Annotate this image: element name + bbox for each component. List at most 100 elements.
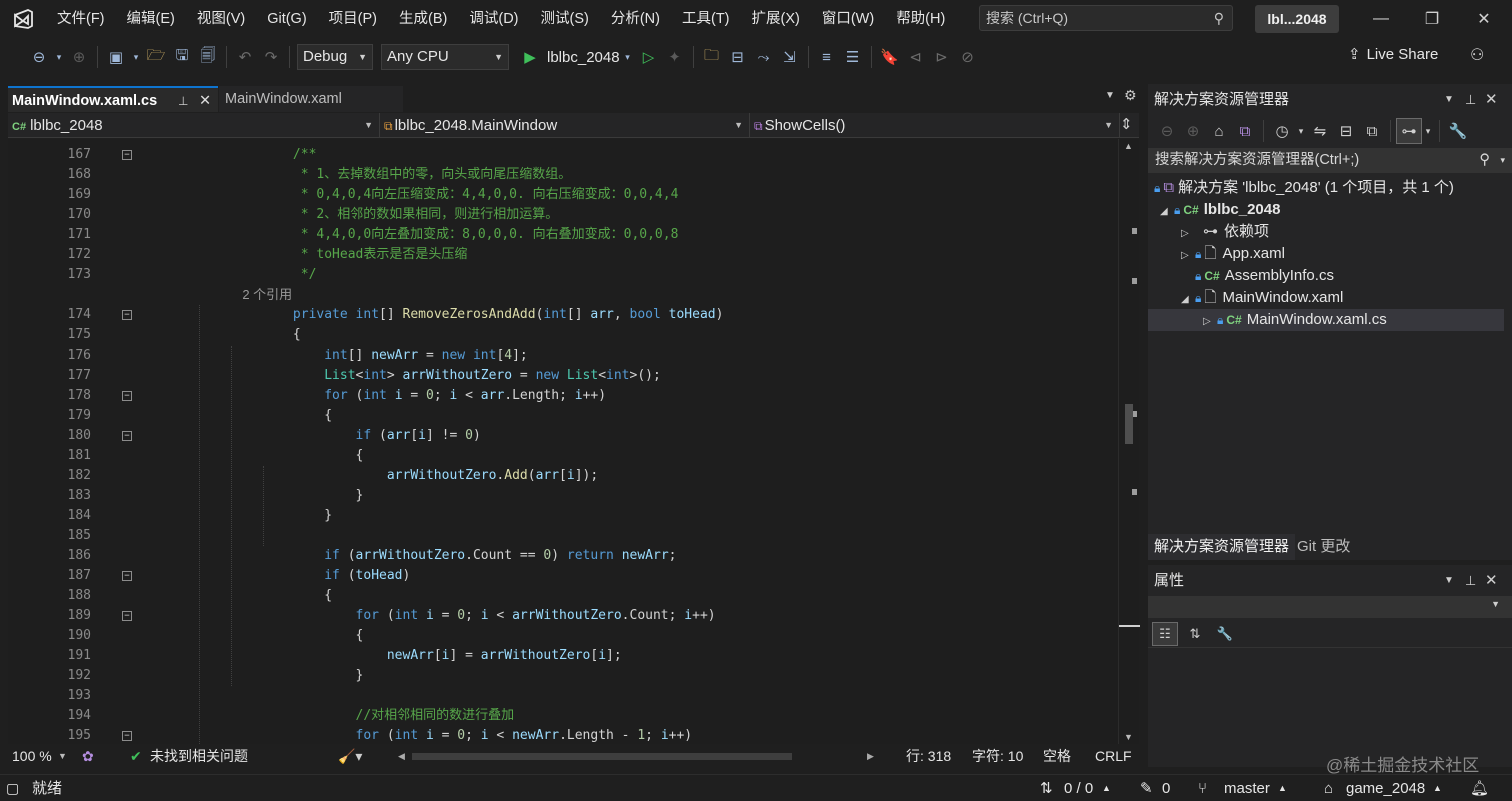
tree-item-solution[interactable]: 🔒︎ ⧉ 解决方案 'lblbc_2048' (1 个项目，共 1 个) [1154,177,1454,199]
collapse-icon[interactable]: − [122,731,132,742]
save-icon[interactable]: 🖫 [169,44,195,70]
pin-icon[interactable]: ⊥ [1465,84,1476,116]
forward-icon[interactable]: ⊕ [66,44,92,70]
pending-changes-count[interactable]: 0 [1162,775,1170,801]
switch-views-icon[interactable]: ⧉ [1232,118,1258,144]
menu-item[interactable]: 生成(B) [388,0,458,38]
tree-item-mainwindow-xaml[interactable]: ◢ 🔒︎ 🗋 MainWindow.xaml [1181,287,1343,309]
run-without-debug-icon[interactable]: ▷ [636,44,662,70]
menu-item[interactable]: 测试(S) [530,0,600,38]
next-bookmark-icon[interactable]: ⊳ [929,44,955,70]
code-line[interactable]: 186 if (arrWithoutZero.Count == 0) retur… [8,546,1118,566]
code-line[interactable]: 190 { [8,626,1118,646]
tree-item-dependencies[interactable]: ▷ ⊶ 依赖项 [1181,221,1269,243]
close-panel-icon[interactable]: ✕ [1485,84,1498,116]
menu-item[interactable]: 视图(V) [186,0,256,38]
code-line[interactable]: 194 //对相邻相同的数进行叠加 [8,706,1118,726]
code-line[interactable]: 188 { [8,586,1118,606]
code-line[interactable]: 192 } [8,666,1118,686]
configuration-select[interactable]: Debug ▼ [297,44,373,70]
zoom-level[interactable]: 100 % [12,744,52,768]
categorized-icon[interactable]: ☷ [1152,621,1178,646]
code-line[interactable]: 176 int[] newArr = new int[4]; [8,346,1118,366]
code-line[interactable]: 191 newArr[i] = arrWithoutZero[i]; [8,646,1118,666]
code-line[interactable]: 169 * 0,4,0,4向左压缩变成：4,4,0,0. 向右压缩变成：0,0,… [8,185,1118,205]
collapse-icon[interactable]: − [122,150,132,160]
code-line[interactable]: 189 − for (int i = 0; i < arrWithoutZero.… [8,606,1118,626]
line-indicator[interactable]: 行: 318 [906,744,951,768]
tab-mainwindow-xaml-cs[interactable]: MainWindow.xaml.cs ⊥ ✕ [8,86,218,112]
chevron-down-icon[interactable]: ▾ [52,44,66,70]
output-window-icon[interactable]: ▢ [6,775,19,801]
code-line[interactable]: 2 个引用 [8,285,1118,305]
project-select[interactable]: C# lblbc_2048 ▼ [8,113,380,138]
code-line[interactable]: 181 { [8,446,1118,466]
run-target-label[interactable]: lblbc_2048 [547,49,620,66]
chevron-down-icon[interactable]: ▾ [1295,118,1307,144]
redo-icon[interactable]: ↷ [258,44,284,70]
menu-item[interactable]: 调试(D) [458,0,529,38]
object-select[interactable]: ▼ [1148,596,1512,618]
scroll-down-icon[interactable]: ▼ [1124,732,1133,742]
code-line[interactable]: 171 * 4,4,0,0向左叠加变成：8,0,0,0. 向右叠加变成：0,0,… [8,225,1118,245]
visual-studio-logo-icon[interactable] [0,0,46,38]
code-line[interactable]: 185 [8,526,1118,546]
tab-git-changes[interactable]: Git 更改 [1291,534,1356,560]
outdent-icon[interactable]: ☰ [840,44,866,70]
editor-horizontal-scrollbar[interactable] [412,753,792,760]
member-select[interactable]: ⧉ ShowCells() ▼ [750,113,1120,138]
code-line[interactable]: 193 [8,686,1118,706]
collapse-icon[interactable]: − [122,430,132,441]
layout-icon[interactable]: ⊟ [725,44,751,70]
class-select[interactable]: ⧉ lblbc_2048.MainWindow ▼ [380,113,750,138]
chevron-down-icon[interactable]: ▾ [1422,118,1434,144]
menu-item[interactable]: 窗口(W) [811,0,885,38]
menu-item[interactable]: 工具(T) [671,0,741,38]
indent-icon[interactable]: ≡ [814,44,840,70]
code-line[interactable]: 187 − if (toHead) [8,566,1118,586]
menu-item[interactable]: 分析(N) [600,0,671,38]
code-line[interactable]: 172 * toHead表示是否是头压缩 [8,245,1118,265]
tree-item-assemblyinfo[interactable]: 🔒︎ C# AssemblyInfo.cs [1195,265,1334,287]
code-editor[interactable]: 167− /** 168 * 1、去掉数组中的零，向头或向尾压缩数组。 169 * … [8,139,1118,744]
code-line[interactable]: 178 − for (int i = 0; i < arr.Length; i++… [8,386,1118,406]
code-cleanup-icon[interactable]: 🧹▾ [338,744,362,768]
chevron-down-icon[interactable]: ▾ [620,44,636,70]
issues-status[interactable]: 未找到相关问题 [150,744,248,768]
chevron-down-icon[interactable]: ▾ [1500,148,1505,173]
search-input[interactable]: 搜索 (Ctrl+Q) ⚲ [979,5,1233,31]
panel-options-icon[interactable]: ▼ [1444,565,1454,597]
code-line[interactable]: 167 − /** [8,145,1118,165]
code-line[interactable]: 175 { [8,325,1118,345]
prev-bookmark-icon[interactable]: ⊲ [903,44,929,70]
code-line[interactable]: 182 arrWithoutZero.Add(arr[i]); [8,466,1118,486]
chevron-down-icon[interactable]: ▾ [129,44,143,70]
collapse-all-icon[interactable]: ⊟ [1333,118,1359,144]
code-line[interactable]: 170 * 2、相邻的数如果相同，则进行相加运算。 [8,205,1118,225]
column-indicator[interactable]: 字符: 10 [972,744,1023,768]
menu-item[interactable]: 编辑(E) [116,0,186,38]
scroll-thumb[interactable] [1125,404,1133,444]
bookmark-icon[interactable]: 🔖 [877,44,903,70]
editor-vertical-scrollbar[interactable]: ▲ ▼ [1118,139,1140,744]
scroll-up-icon[interactable]: ▲ [1124,141,1133,151]
tree-item-app-xaml[interactable]: ▷ 🔒︎ 🗋 App.xaml [1181,243,1285,265]
solution-search-input[interactable]: 搜索解决方案资源管理器(Ctrl+;) ⚲ ▾ [1148,148,1512,173]
code-line[interactable]: 173 */ [8,265,1118,285]
expanded-arrow-icon[interactable]: ◢ [1160,201,1174,223]
panel-options-icon[interactable]: ▼ [1444,84,1454,116]
property-pages-wrench-icon[interactable]: 🔧 [1212,622,1238,646]
show-all-files-icon[interactable]: ⧉ [1359,118,1385,144]
back-icon[interactable]: ⊖ [26,44,52,70]
open-folder-icon[interactable]: 🗁 [143,44,169,70]
line-ending-indicator[interactable]: CRLF [1095,744,1132,768]
menu-item[interactable]: Git(G) [256,0,317,38]
restore-icon[interactable]: ❐ [1410,0,1454,38]
tab-solution-explorer[interactable]: 解决方案资源管理器 [1148,534,1296,560]
preview-selected-icon[interactable]: ⊶ [1396,118,1422,144]
error-count[interactable]: 0 / 0 [1064,775,1093,801]
browse-folder-icon[interactable]: 🗀 [699,44,725,70]
code-line[interactable]: 174 − private int[] RemoveZerosAndAdd(int… [8,305,1118,325]
chevron-down-icon[interactable]: ▼ [58,744,67,768]
live-share-button[interactable]: ⇪ Live Share [1348,45,1438,64]
